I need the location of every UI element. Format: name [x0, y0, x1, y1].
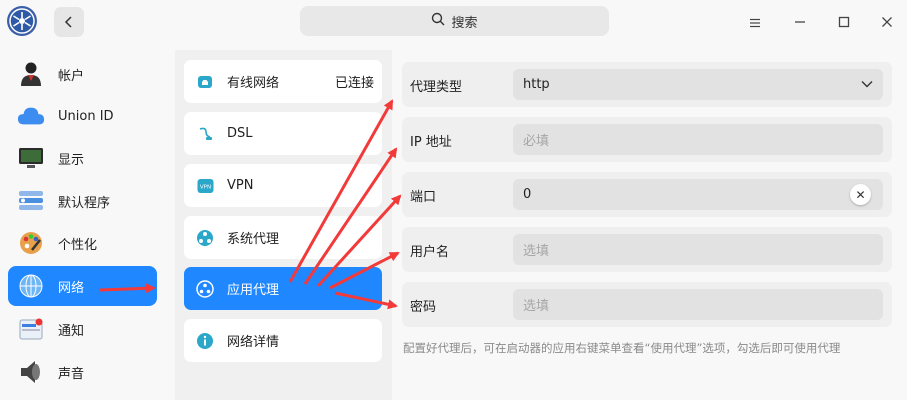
- palette-icon: [17, 229, 45, 257]
- submenu-item-label: DSL: [227, 126, 253, 141]
- submenu-item-vpn[interactable]: VPN VPN: [184, 164, 382, 207]
- back-button[interactable]: [54, 7, 84, 37]
- sidebar-item-union-id[interactable]: Union ID: [8, 96, 157, 136]
- sidebar-item-display[interactable]: 显示: [8, 138, 157, 178]
- sidebar-item-label: 帐户: [58, 68, 85, 84]
- sidebar-item-label: 显示: [58, 152, 85, 168]
- password-input[interactable]: 选填: [513, 289, 883, 320]
- default-apps-icon: [17, 187, 45, 215]
- account-icon: [17, 60, 45, 88]
- ip-address-placeholder: 必填: [523, 134, 550, 149]
- close-icon: [881, 13, 893, 32]
- chevron-down-icon: [861, 78, 873, 94]
- close-button[interactable]: [876, 11, 898, 33]
- notification-icon: [17, 315, 45, 343]
- system-proxy-icon: [196, 229, 214, 247]
- sidebar-item-account[interactable]: 帐户: [8, 54, 157, 94]
- ip-address-label: IP 地址: [410, 135, 452, 150]
- sidebar-item-label: 个性化: [58, 237, 98, 253]
- submenu-item-system-proxy[interactable]: 系统代理: [184, 216, 382, 259]
- info-icon: [196, 332, 214, 350]
- minimize-icon: [794, 13, 806, 32]
- clear-icon[interactable]: ✕: [850, 184, 871, 205]
- monitor-icon: [17, 144, 45, 172]
- minimize-button[interactable]: [789, 11, 811, 33]
- password-placeholder: 选填: [523, 299, 550, 314]
- dsl-icon: [196, 125, 214, 143]
- ip-address-row: IP 地址 必填: [402, 117, 892, 162]
- search-placeholder: 搜索: [451, 15, 478, 31]
- sidebar-item-label: 声音: [58, 366, 85, 382]
- port-row: 端口 0 ✕: [402, 172, 892, 217]
- sidebar-item-label: Union ID: [58, 108, 114, 124]
- menu-button[interactable]: [744, 11, 766, 33]
- submenu-item-label: 应用代理: [227, 283, 280, 298]
- submenu-item-label: 网络详情: [227, 335, 280, 350]
- port-input[interactable]: 0 ✕: [513, 179, 883, 210]
- proxy-type-select[interactable]: http: [513, 69, 883, 100]
- network-icon: [17, 272, 45, 300]
- settings-sidebar: 帐户 Union ID 显示 默认程序 个性化 网络 通知 声音: [0, 44, 166, 400]
- proxy-type-value: http: [523, 77, 550, 92]
- network-submenu: 有线网络 已连接 DSL VPN VPN 系统代理 应用代理 网络详情: [175, 50, 392, 400]
- sidebar-item-sound[interactable]: 声音: [8, 352, 157, 392]
- ip-address-input[interactable]: 必填: [513, 124, 883, 155]
- proxy-type-label: 代理类型: [410, 80, 463, 95]
- app-logo-icon: [7, 6, 37, 36]
- port-label: 端口: [410, 190, 437, 205]
- submenu-item-dsl[interactable]: DSL: [184, 112, 382, 155]
- connection-status: 已连接: [334, 76, 374, 91]
- svg-text:VPN: VPN: [199, 184, 210, 190]
- search-input[interactable]: 搜索: [300, 6, 609, 36]
- sidebar-item-notification[interactable]: 通知: [8, 309, 157, 349]
- submenu-item-label: 有线网络: [227, 76, 280, 91]
- speaker-icon: [17, 358, 45, 386]
- sidebar-item-default-apps[interactable]: 默认程序: [8, 181, 157, 221]
- sidebar-item-label: 网络: [58, 280, 85, 296]
- vpn-icon: VPN: [196, 177, 214, 195]
- sidebar-item-personalization[interactable]: 个性化: [8, 223, 157, 263]
- title-bar: 搜索: [0, 0, 907, 44]
- sidebar-item-label: 通知: [58, 323, 85, 339]
- search-icon: [431, 12, 445, 30]
- username-input[interactable]: 选填: [513, 234, 883, 265]
- sidebar-item-label: 默认程序: [58, 195, 111, 211]
- proxy-hint-text: 配置好代理后，可在启动器的应用右键菜单查看“使用代理”选项，勾选后即可使用代理: [403, 341, 841, 355]
- app-proxy-icon: [196, 279, 214, 298]
- submenu-item-app-proxy[interactable]: 应用代理: [184, 267, 382, 310]
- cloud-icon: [17, 102, 45, 130]
- sidebar-item-network[interactable]: 网络: [8, 266, 157, 306]
- port-value: 0: [523, 187, 532, 202]
- password-label: 密码: [410, 300, 437, 315]
- username-label: 用户名: [410, 245, 450, 260]
- password-row: 密码 选填: [402, 282, 892, 327]
- username-row: 用户名 选填: [402, 227, 892, 272]
- wired-icon: [196, 73, 214, 91]
- menu-icon: [749, 13, 761, 32]
- submenu-item-wired[interactable]: 有线网络 已连接: [184, 60, 382, 103]
- username-placeholder: 选填: [523, 244, 550, 259]
- proxy-type-row: 代理类型 http: [402, 62, 892, 107]
- submenu-item-network-details[interactable]: 网络详情: [184, 319, 382, 362]
- maximize-button[interactable]: [833, 11, 855, 33]
- app-proxy-form: 代理类型 http IP 地址 必填 端口 0 ✕ 用户名 选填 密码 选填 配…: [392, 50, 907, 400]
- submenu-item-label: VPN: [227, 178, 254, 193]
- submenu-item-label: 系统代理: [227, 232, 280, 247]
- maximize-icon: [838, 13, 850, 32]
- chevron-left-icon: [63, 13, 75, 32]
